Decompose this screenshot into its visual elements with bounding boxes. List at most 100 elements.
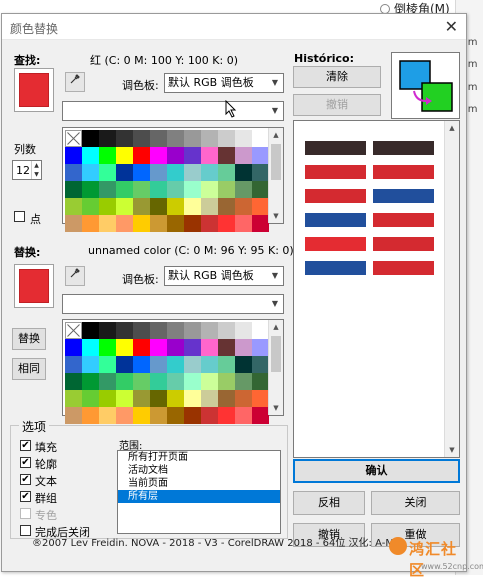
palette-swatch[interactable]: [116, 373, 133, 390]
replace-palette-grid[interactable]: ▲ ▼: [62, 319, 284, 424]
palette-swatch[interactable]: [218, 390, 235, 407]
palette-swatch[interactable]: [65, 147, 82, 164]
palette-swatch[interactable]: [150, 322, 167, 339]
palette-swatch[interactable]: [167, 373, 184, 390]
palette-swatch[interactable]: [252, 215, 269, 232]
palette-swatch[interactable]: [235, 356, 252, 373]
scope-item[interactable]: 所有打开页面: [118, 451, 280, 464]
palette-swatch[interactable]: [65, 181, 82, 198]
scope-item[interactable]: 当前页面: [118, 477, 280, 490]
palette-swatch[interactable]: [99, 373, 116, 390]
palette-swatch[interactable]: [116, 215, 133, 232]
palette-swatch[interactable]: [167, 130, 184, 147]
palette-swatch[interactable]: [82, 181, 99, 198]
palette-swatch[interactable]: [150, 390, 167, 407]
palette-swatch[interactable]: [150, 356, 167, 373]
scroll-up-icon[interactable]: ▲: [269, 128, 283, 142]
palette-swatch[interactable]: [150, 373, 167, 390]
palette-swatch[interactable]: [167, 181, 184, 198]
palette-swatch[interactable]: [184, 373, 201, 390]
palette-swatch[interactable]: [99, 181, 116, 198]
palette-swatch[interactable]: [82, 373, 99, 390]
scroll-up-icon[interactable]: ▲: [445, 121, 459, 135]
spin-up-icon[interactable]: ▲: [32, 161, 41, 170]
palette-swatch[interactable]: [116, 198, 133, 215]
palette-swatch[interactable]: [167, 407, 184, 424]
palette-swatch[interactable]: [235, 215, 252, 232]
palette-swatch[interactable]: [201, 322, 218, 339]
scope-listbox[interactable]: 所有打开页面 活动文档 当前页面 所有层: [117, 450, 281, 534]
same-button[interactable]: 相同: [12, 358, 46, 380]
option-checkbox[interactable]: ✔: [20, 474, 31, 485]
option-checkbox[interactable]: ✔: [20, 457, 31, 468]
palette-swatch[interactable]: [133, 407, 150, 424]
palette-swatch[interactable]: [65, 164, 82, 181]
palette-swatch[interactable]: [99, 390, 116, 407]
palette-swatch[interactable]: [133, 164, 150, 181]
palette-swatch[interactable]: [150, 198, 167, 215]
palette-swatch[interactable]: [167, 215, 184, 232]
palette-swatch[interactable]: [116, 164, 133, 181]
palette-swatch[interactable]: [235, 390, 252, 407]
palette-swatch[interactable]: [184, 322, 201, 339]
spin-down-icon[interactable]: ▼: [32, 170, 41, 179]
history-undo-button[interactable]: 撤销: [293, 94, 381, 116]
find-palette-scrollbar[interactable]: ▲ ▼: [268, 128, 283, 223]
scope-item[interactable]: 所有层: [118, 490, 280, 503]
palette-swatch[interactable]: [82, 322, 99, 339]
palette-swatch[interactable]: [82, 390, 99, 407]
palette-swatch[interactable]: [65, 215, 82, 232]
palette-swatch[interactable]: [116, 339, 133, 356]
palette-swatch[interactable]: [201, 407, 218, 424]
palette-swatch[interactable]: [99, 164, 116, 181]
eyedropper-icon[interactable]: [65, 72, 85, 92]
palette-swatch[interactable]: [150, 339, 167, 356]
palette-swatch[interactable]: [235, 407, 252, 424]
palette-swatch[interactable]: [235, 322, 252, 339]
confirm-button[interactable]: 确认: [293, 459, 460, 483]
replace-palette-select[interactable]: 默认 RGB 调色板 ▼: [164, 266, 284, 286]
close-button[interactable]: 关闭: [371, 491, 460, 515]
replace-color-swatch[interactable]: [14, 264, 54, 308]
palette-swatch[interactable]: [133, 130, 150, 147]
find-search-combo[interactable]: ▼: [62, 101, 284, 121]
palette-swatch[interactable]: [184, 390, 201, 407]
palette-swatch[interactable]: [235, 164, 252, 181]
palette-swatch[interactable]: [201, 373, 218, 390]
palette-swatch[interactable]: [133, 322, 150, 339]
replace-search-combo[interactable]: ▼: [62, 294, 284, 314]
palette-swatch[interactable]: [252, 390, 269, 407]
palette-swatch[interactable]: [65, 198, 82, 215]
history-to-swatch[interactable]: [373, 237, 434, 251]
close-icon[interactable]: ✕: [445, 17, 458, 36]
palette-swatch[interactable]: [133, 373, 150, 390]
history-scrollbar[interactable]: ▲ ▼: [444, 121, 459, 457]
palette-swatch[interactable]: [150, 147, 167, 164]
history-to-swatch[interactable]: [373, 189, 434, 203]
palette-swatch[interactable]: [201, 198, 218, 215]
dot-checkbox[interactable]: [14, 211, 25, 222]
palette-swatch[interactable]: [82, 215, 99, 232]
palette-swatch[interactable]: [167, 198, 184, 215]
palette-swatch[interactable]: [218, 164, 235, 181]
palette-swatch[interactable]: [99, 407, 116, 424]
palette-swatch[interactable]: [201, 390, 218, 407]
palette-swatch[interactable]: [99, 322, 116, 339]
palette-swatch[interactable]: [201, 339, 218, 356]
palette-swatch[interactable]: [65, 356, 82, 373]
palette-swatch[interactable]: [99, 339, 116, 356]
palette-swatch[interactable]: [150, 130, 167, 147]
palette-swatch[interactable]: [150, 407, 167, 424]
palette-swatch[interactable]: [252, 130, 269, 147]
palette-swatch[interactable]: [167, 339, 184, 356]
scroll-up-icon[interactable]: ▲: [269, 320, 283, 334]
scroll-thumb[interactable]: [271, 144, 281, 180]
palette-swatch[interactable]: [235, 130, 252, 147]
palette-swatch[interactable]: [184, 215, 201, 232]
no-color-swatch[interactable]: [65, 322, 82, 339]
palette-swatch[interactable]: [116, 407, 133, 424]
palette-swatch[interactable]: [252, 164, 269, 181]
find-palette-grid[interactable]: ▲ ▼: [62, 127, 284, 232]
palette-swatch[interactable]: [184, 164, 201, 181]
history-from-swatch[interactable]: [305, 213, 366, 227]
